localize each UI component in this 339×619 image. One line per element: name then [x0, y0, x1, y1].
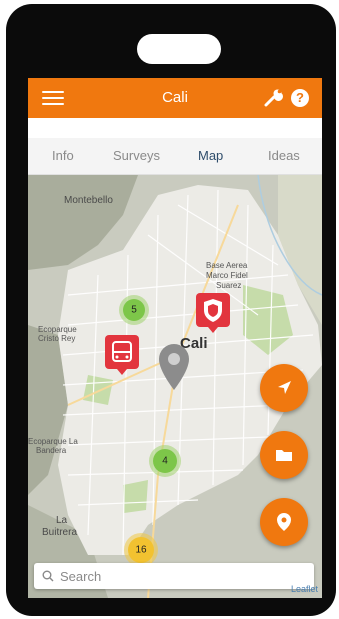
folder-icon	[276, 450, 292, 461]
map-label-montebello: Montebello	[64, 195, 113, 206]
bus-marker[interactable]	[105, 335, 139, 375]
map-label-la: La	[56, 515, 68, 526]
cluster-marker[interactable]: 4	[149, 445, 181, 477]
locate-button[interactable]	[260, 364, 308, 412]
search-input[interactable]	[60, 566, 300, 586]
map-label-cristo-rey: Cristo Rey	[38, 334, 76, 343]
map-label-buitrera: Buitrera	[42, 527, 78, 538]
search-bar	[34, 563, 314, 589]
map-view[interactable]: Montebello Base Aerea Marco Fidel Suarez…	[28, 175, 322, 598]
map-label-ecoparque-la: Ecoparque La	[28, 437, 78, 446]
location-pin-icon[interactable]	[157, 342, 191, 392]
tab-map[interactable]: Map	[198, 148, 223, 163]
cluster-marker[interactable]: 5	[119, 295, 149, 325]
help-icon[interactable]: ?	[291, 89, 309, 107]
map-label-suarez: Suarez	[216, 281, 242, 290]
phone-speaker	[137, 34, 221, 64]
cluster-marker[interactable]: 16	[124, 533, 158, 567]
map-attribution[interactable]: Leaflet	[291, 584, 318, 594]
map-label-bandera: Bandera	[36, 446, 67, 455]
map-label-base-aerea: Base Aerea	[206, 261, 248, 270]
add-pin-button[interactable]	[260, 498, 308, 546]
header-spacer	[28, 118, 322, 138]
map-label-ecoparque-cristo: Ecoparque	[38, 325, 77, 334]
app-screen: Cali ? Info Surveys Map Ideas Montebello…	[28, 78, 322, 598]
police-marker[interactable]	[196, 293, 230, 333]
tab-ideas[interactable]: Ideas	[268, 148, 300, 163]
bus-icon	[112, 341, 132, 362]
search-icon	[42, 570, 54, 582]
map-label-marco-fidel: Marco Fidel	[206, 271, 248, 280]
map-pin-icon	[277, 513, 291, 531]
tab-bar: Info Surveys Map Ideas	[28, 138, 322, 175]
tab-info[interactable]: Info	[52, 148, 74, 163]
app-bar: Cali ?	[28, 78, 322, 118]
tab-surveys[interactable]: Surveys	[113, 148, 160, 163]
wrench-icon[interactable]	[263, 88, 283, 108]
folder-button[interactable]	[260, 431, 308, 479]
navigation-arrow-icon	[278, 381, 291, 394]
shield-icon	[204, 299, 222, 322]
